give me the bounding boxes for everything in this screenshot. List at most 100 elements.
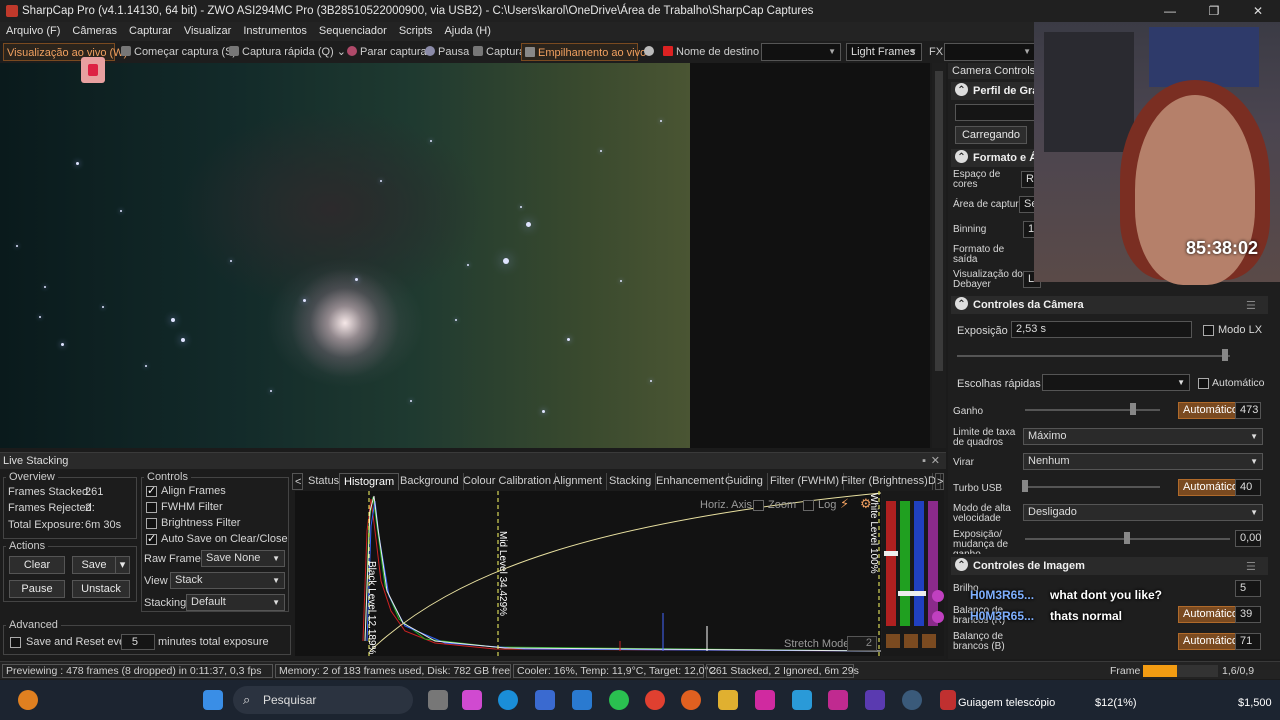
flip-select[interactable]: Nenhum ▼ [1023,453,1263,470]
gain-auto-button[interactable]: Automático [1178,402,1244,419]
color-level-sliders[interactable] [882,491,944,656]
section-image-controls[interactable]: Controles de Imagem [951,557,1268,575]
tab-filter-brightness[interactable]: Filter (Brightness) [837,473,933,490]
target-name-field[interactable]: ▼ [761,43,841,61]
quick-capture-button[interactable]: Captura rápida (Q) ⌄ [226,43,349,61]
stacking-select[interactable]: Default ▼ [186,594,285,611]
copilot-icon[interactable] [462,690,482,710]
usb-turbo-slider[interactable] [1025,486,1160,488]
tab-alignment[interactable]: Alignment [549,473,607,490]
windows-start-icon[interactable] [203,690,223,710]
raw-frames-select[interactable]: Save None ▼ [201,550,285,567]
app-icon[interactable] [755,690,775,710]
align-frames-checkbox[interactable] [146,484,157,497]
wb-blue-value[interactable]: 71 [1235,633,1261,650]
view-select[interactable]: Stack ▼ [170,572,285,589]
high-speed-select[interactable]: Desligado ▼ [1023,504,1263,521]
edge-icon[interactable] [498,690,518,710]
close-button[interactable]: ✕ [1236,0,1280,22]
wb-blue-auto-button[interactable]: Automático [1178,633,1244,650]
menu-icon[interactable]: ☰ [1246,560,1256,573]
usb-turbo-value[interactable]: 40 [1235,479,1261,496]
file-explorer-icon[interactable] [718,690,738,710]
pause-stack-button[interactable]: Pause [9,580,65,598]
menu-capture[interactable]: Capturar [123,22,178,41]
exposure-slider-knob[interactable] [1222,349,1228,361]
tab-histogram[interactable]: Histogram [339,473,400,490]
app-icon[interactable] [828,690,848,710]
tab-background[interactable]: Background [396,473,464,490]
save-reset-minutes-input[interactable]: 5 [121,634,155,650]
fx-select[interactable]: ▼ [944,43,1036,61]
menu-file[interactable]: Arquivo (F) [0,22,66,41]
maximize-button[interactable]: ❐ [1192,0,1236,22]
menu-cameras[interactable]: Câmeras [66,22,123,41]
tab-stacking[interactable]: Stacking [605,473,657,490]
live-stack-button[interactable]: Empilhamento ao vivo [521,43,646,61]
app-icon[interactable] [902,690,922,710]
menu-scripts[interactable]: Scripts [393,22,439,41]
task-view-icon[interactable] [428,690,448,710]
save-reset-checkbox[interactable] [10,637,21,648]
gain-slider[interactable] [1025,409,1160,411]
active-window-label[interactable]: Guiagem telescópio [958,697,1055,709]
unstack-button[interactable]: Unstack [72,580,130,598]
stop-capture-button[interactable]: Parar captura [344,43,430,61]
menu-tools[interactable]: Instrumentos [237,22,313,41]
wb-red-value[interactable]: 39 [1235,606,1261,623]
taskbar-search[interactable]: ⌕ Pesquisar [233,686,413,714]
pin-panel-icon[interactable]: ▪ [922,453,926,470]
preview-scrollbar[interactable] [932,63,946,448]
profile-select[interactable] [955,104,1045,121]
tab-colour-calibration[interactable]: Colour Calibration [459,473,557,490]
clear-button[interactable]: Clear [9,556,65,574]
exposure-change-value[interactable]: 0,00 [1235,530,1261,547]
quick-picks-select[interactable]: ▼ [1042,374,1190,391]
save-options-button[interactable]: ▾ [115,556,130,574]
wb-red-auto-button[interactable]: Automático [1178,606,1244,623]
start-capture-button[interactable]: Começar captura (S) [118,43,239,61]
scrollbar-thumb[interactable] [935,71,943,371]
frame-rate-select[interactable]: Máximo ▼ [1023,428,1263,445]
exposure-input[interactable]: 2,53 s [1011,321,1192,338]
brightness-filter-checkbox[interactable] [146,518,157,529]
app-icon[interactable] [792,690,812,710]
minimize-button[interactable]: — [1148,0,1192,22]
chrome-icon[interactable] [645,690,665,710]
settings-icon[interactable]: ⚙ [860,496,872,512]
capture-button[interactable]: Captura [470,43,528,61]
histogram-chart[interactable]: Black Level 12.189% Mid Level 34.429% Wh… [295,491,882,656]
tab-enhancement[interactable]: Enhancement [652,473,729,490]
tab-filter-fwhm[interactable]: Filter (FWHM) [766,473,845,490]
pause-button[interactable]: Pausa [422,43,472,61]
lightning-icon[interactable]: ⚡ [840,496,849,512]
app-icon[interactable] [865,690,885,710]
sharpcap-icon[interactable] [940,690,956,710]
log-checkbox[interactable] [803,500,814,511]
auto-save-checkbox[interactable] [146,532,157,545]
store-icon[interactable] [535,690,555,710]
pin-icon[interactable] [81,57,105,83]
exposure-change-knob[interactable] [1124,532,1130,544]
menu-icon[interactable]: ☰ [1246,299,1256,312]
section-camera-controls[interactable]: Controles da Câmera [951,296,1268,314]
fwhm-filter-checkbox[interactable] [146,502,157,513]
menu-view[interactable]: Visualizar [178,22,238,41]
live-preview-image[interactable] [0,63,690,448]
quick-picks-auto-checkbox[interactable] [1198,378,1209,389]
exposure-slider[interactable] [957,355,1230,357]
save-button[interactable]: Save [72,556,116,574]
zoom-checkbox[interactable] [753,500,764,511]
whatsapp-icon[interactable] [609,690,629,710]
usb-turbo-knob[interactable] [1022,480,1028,492]
gain-slider-knob[interactable] [1130,403,1136,415]
opera-icon[interactable] [681,690,701,710]
app-icon[interactable] [572,690,592,710]
lx-mode-checkbox[interactable] [1203,325,1214,336]
stretch-mode-input[interactable]: 2 [847,636,877,651]
menu-sequencer[interactable]: Sequenciador [313,22,393,41]
usb-auto-button[interactable]: Automático [1178,479,1244,496]
tab-guiding[interactable]: Guiding [721,473,768,490]
gain-value[interactable]: 473 [1235,402,1261,419]
frame-type-select[interactable]: Light Frames ▼ [846,43,922,61]
